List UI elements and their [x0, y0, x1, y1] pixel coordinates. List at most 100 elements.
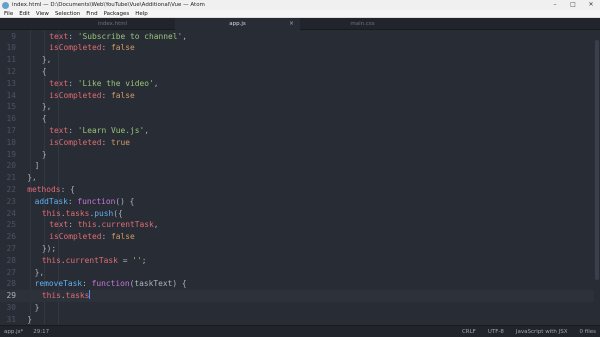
menu-selection[interactable]: Selection	[55, 11, 80, 17]
code-text: addTask: function() {	[35, 196, 135, 208]
code-line[interactable]: 29 this.tasks	[0, 290, 600, 302]
code-line[interactable]: 22 methods: {	[0, 184, 600, 196]
code-line[interactable]: 14 isCompleted: false	[0, 90, 600, 102]
code-token: :	[82, 279, 92, 289]
code-line[interactable]: 24 this.tasks.push({	[0, 208, 600, 220]
code-line[interactable]: 26 isCompleted: false	[0, 231, 600, 243]
code-token: :	[101, 43, 111, 53]
menu-find[interactable]: Find	[86, 11, 97, 17]
code-token: ''	[132, 255, 142, 265]
code-token: addTask	[34, 196, 68, 206]
code-line[interactable]: 28 this.currentTask = '';	[0, 255, 600, 267]
minimize-button[interactable]: –	[546, 0, 564, 10]
code-line[interactable]: 17 text: 'Learn Vue.js',	[0, 125, 600, 137]
code-token: :	[101, 90, 111, 100]
tab-main-css[interactable]: main.css	[300, 18, 425, 30]
code-text: {	[42, 66, 47, 78]
code-line[interactable]: 12 {	[0, 66, 600, 78]
code-line[interactable]: 20]	[0, 160, 600, 172]
code-line[interactable]: 13 text: 'Like the video',	[0, 78, 600, 90]
code-token: this	[41, 255, 61, 265]
code-token: text	[49, 31, 69, 41]
code-token: :	[68, 31, 78, 41]
code-token: false	[110, 90, 135, 100]
menu-view[interactable]: View	[36, 11, 49, 17]
close-icon[interactable]: ×	[289, 18, 294, 30]
code-token: {	[41, 114, 47, 124]
code-token: ,	[153, 78, 159, 88]
code-line[interactable]: 15},	[0, 101, 600, 113]
code-line[interactable]: 25 text: this.currentTask,	[0, 219, 600, 231]
code-line[interactable]: 18 isCompleted: true	[0, 137, 600, 149]
line-number: 17	[6, 125, 16, 135]
menu-packages[interactable]: Packages	[104, 11, 130, 17]
code-token: text	[49, 220, 69, 230]
code-editor[interactable]: 9 text: 'Subscribe to channel', 10 isComple…	[0, 30, 600, 325]
line-number: 9	[11, 31, 16, 41]
menu-edit[interactable]: Edit	[19, 11, 30, 17]
line-number: 20	[6, 161, 16, 171]
code-token: }	[34, 302, 40, 312]
tab-bar: index.html app.js × main.css	[0, 18, 600, 30]
code-line[interactable]: 28 removeTask: function(taskText) {	[0, 278, 600, 290]
code-token: this	[41, 208, 61, 218]
editor-scrollbar[interactable]	[594, 30, 600, 325]
status-encoding[interactable]: UTF-8	[488, 329, 504, 335]
status-cursor-position[interactable]: 29:17	[33, 329, 49, 335]
code-line[interactable]: 10 isCompleted: false	[0, 42, 600, 54]
scrollbar-thumb[interactable]	[595, 40, 599, 280]
code-line[interactable]: 27},	[0, 267, 600, 279]
code-token: 'Learn Vue.js'	[77, 125, 145, 135]
code-text: this.tasks	[42, 290, 91, 302]
code-line[interactable]: 19}	[0, 149, 600, 161]
code-line[interactable]: 11},	[0, 54, 600, 66]
tab-index-html[interactable]: index.html	[50, 18, 175, 30]
status-line-ending[interactable]: CRLF	[462, 329, 476, 335]
line-number: 12	[6, 66, 16, 76]
code-line[interactable]: 9 text: 'Subscribe to channel',	[0, 31, 600, 43]
code-token: ,	[153, 220, 159, 230]
code-token: true	[110, 137, 130, 147]
code-token: (taskText) {	[129, 279, 187, 289]
status-file-name[interactable]: app.js*	[4, 329, 23, 335]
tab-label: app.js	[229, 21, 246, 27]
status-grammar[interactable]: JavaScript with JSX	[516, 329, 568, 335]
code-text: },	[35, 267, 45, 279]
line-number: 28	[6, 279, 16, 289]
close-window-button[interactable]: ✕	[582, 0, 600, 10]
code-line[interactable]: 31}	[0, 314, 600, 325]
tab-app-js[interactable]: app.js ×	[175, 18, 300, 30]
code-token: 'Subscribe to channel'	[77, 31, 183, 41]
code-text: isCompleted: false	[49, 231, 135, 243]
code-token: :	[67, 196, 78, 206]
code-token: :	[101, 232, 111, 242]
code-text: }	[27, 314, 32, 325]
code-token: :	[68, 125, 78, 135]
code-token: () {	[115, 196, 135, 206]
code-line[interactable]: 21},	[0, 172, 600, 184]
maximize-button[interactable]: □	[564, 0, 582, 10]
code-token: ,	[182, 31, 187, 41]
code-token: currentTask	[65, 255, 118, 265]
code-token: },	[41, 102, 52, 112]
code-line[interactable]: 16 {	[0, 113, 600, 125]
code-token: ;	[141, 255, 147, 265]
menu-help[interactable]: Help	[135, 11, 148, 17]
line-number: 30	[6, 302, 16, 312]
code-token: methods	[27, 184, 61, 194]
code-token: isCompleted	[49, 137, 102, 147]
code-line[interactable]: 27});	[0, 243, 600, 255]
code-text: text: 'Like the video',	[49, 78, 158, 90]
code-token: : {	[60, 184, 75, 194]
line-number: 11	[6, 55, 16, 65]
code-token: ,	[144, 125, 149, 135]
code-token: push	[94, 208, 114, 218]
code-line[interactable]: 30}	[0, 302, 600, 314]
code-text: this.tasks.push({	[42, 208, 123, 220]
code-token: :	[68, 78, 78, 88]
line-number: 19	[6, 149, 16, 159]
line-number: 27	[6, 243, 16, 253]
status-git-files[interactable]: 0 files	[580, 329, 597, 335]
menu-file[interactable]: File	[4, 11, 13, 17]
code-line[interactable]: 23 addTask: function() {	[0, 196, 600, 208]
